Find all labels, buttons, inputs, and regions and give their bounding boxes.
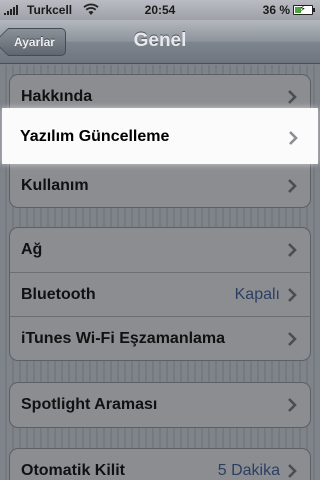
- settings-row-auto-lock[interactable]: Otomatik Kilit 5 Dakika: [10, 449, 310, 480]
- row-label: Hakkında: [21, 88, 93, 105]
- settings-group-auto-lock: Otomatik Kilit 5 Dakika: [9, 448, 311, 480]
- settings-row-itunes-wifi-sync[interactable]: iTunes Wi-Fi Eşzamanlama: [10, 316, 310, 360]
- status-bar: Turkcell 20:54 36 % ⚡: [0, 0, 320, 20]
- settings-row-usage[interactable]: Kullanım: [10, 163, 310, 207]
- chevron-right-icon: [289, 131, 298, 145]
- chevron-right-icon: [288, 398, 297, 412]
- back-button-label: Ayarlar: [14, 35, 55, 49]
- chevron-right-icon: [288, 288, 297, 302]
- chevron-right-icon: [288, 179, 297, 193]
- chevron-right-icon: [288, 332, 297, 346]
- settings-group-network: Ağ Bluetooth Kapalı iTunes Wi-Fi Eşzaman…: [9, 227, 311, 361]
- chevron-right-icon: [288, 464, 297, 478]
- settings-row-bluetooth[interactable]: Bluetooth Kapalı: [10, 272, 310, 316]
- settings-row-spotlight-search[interactable]: Spotlight Araması: [10, 383, 310, 427]
- row-label: Yazılım Güncelleme: [20, 128, 170, 145]
- auto-lock-value: 5 Dakika: [217, 462, 280, 479]
- battery-charging-icon: ⚡: [293, 4, 315, 15]
- bluetooth-status-value: Kapalı: [234, 286, 280, 303]
- battery-percent: 36 %: [262, 3, 290, 17]
- row-label: Ağ: [21, 241, 43, 258]
- row-label: Kullanım: [21, 177, 89, 194]
- row-label: iTunes Wi-Fi Eşzamanlama: [21, 330, 226, 347]
- row-label: Bluetooth: [21, 286, 96, 303]
- navigation-bar: Ayarlar Genel: [0, 20, 320, 64]
- chevron-right-icon: [288, 243, 297, 257]
- row-label: Spotlight Araması: [21, 396, 158, 413]
- settings-row-software-update[interactable]: Yazılım Güncelleme: [2, 108, 318, 164]
- settings-group-spotlight: Spotlight Araması: [9, 382, 311, 428]
- settings-row-network[interactable]: Ağ: [10, 228, 310, 272]
- row-label: Otomatik Kilit: [21, 462, 126, 479]
- chevron-right-icon: [288, 90, 297, 104]
